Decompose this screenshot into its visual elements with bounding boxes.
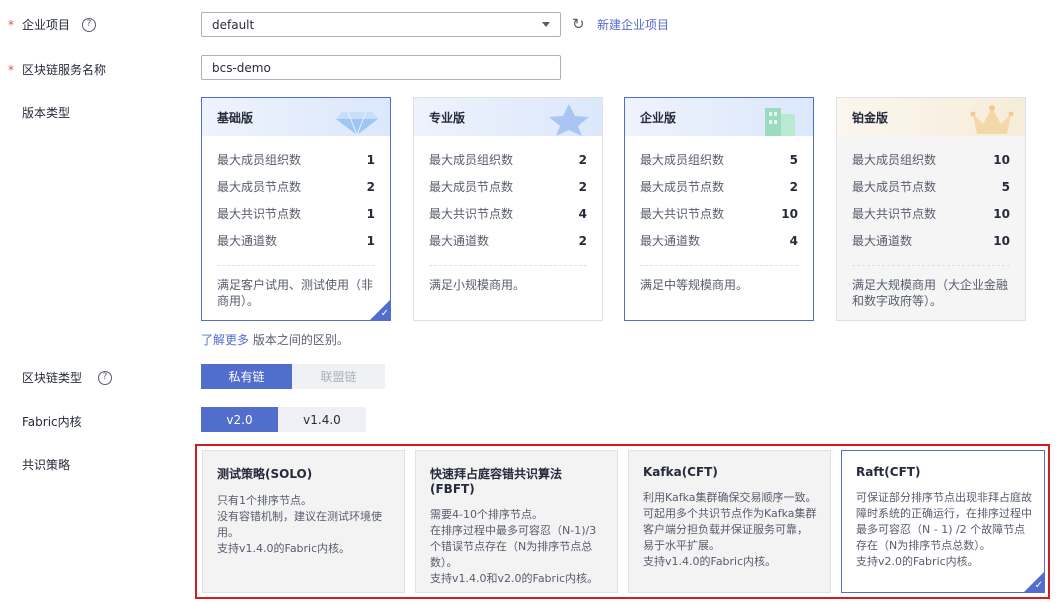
enterprise-project-select[interactable]: default: [201, 12, 561, 37]
edition-card-header: 铂金版: [837, 98, 1025, 136]
stat-row: 最大成员节点数 2: [217, 179, 375, 195]
consensus-title: 快速拜占庭容错共识算法(FBFT): [430, 467, 563, 496]
consensus-title: 测试策略(SOLO): [217, 467, 313, 481]
edition-card-header: 企业版: [625, 98, 813, 136]
stat-row: 最大成员组织数 2: [429, 152, 587, 168]
edition-description: 满足小规模商用。: [429, 278, 526, 292]
edition-name: 专业版: [429, 110, 466, 125]
stat-row: 最大通道数 2: [429, 233, 587, 249]
consensus-option-fbft[interactable]: 快速拜占庭容错共识算法(FBFT) 需要4-10个排序节点。 在排序过程中最多可…: [415, 450, 618, 593]
help-icon[interactable]: ?: [98, 370, 113, 385]
stat-row: 最大成员组织数 10: [852, 152, 1010, 168]
enterprise-project-label-text: 企业项目: [22, 18, 71, 32]
edition-name: 铂金版: [852, 110, 889, 125]
refresh-icon[interactable]: ↻: [572, 14, 585, 34]
star-icon: [549, 104, 589, 136]
service-name-label: * 区块链服务名称: [8, 61, 106, 78]
chevron-down-icon: [542, 22, 550, 27]
consensus-description: 可保证部分排序节点出现非拜占庭故障时系统的正确运行，在排序过程中最多可容忍（N …: [856, 491, 1032, 568]
consensus-option-kafka[interactable]: Kafka(CFT) 利用Kafka集群确保交易顺序一致。 可起用多个共识节点作…: [628, 450, 831, 593]
new-enterprise-project-link[interactable]: 新建企业项目: [597, 16, 669, 33]
service-name-input[interactable]: bcs-demo: [201, 55, 561, 80]
stat-row: 最大共识节点数 1: [217, 206, 375, 222]
chain-type-toggle: 私有链 联盟链: [201, 364, 385, 389]
consensus-title: Kafka(CFT): [643, 465, 718, 479]
edition-name: 基础版: [217, 110, 254, 125]
learn-more-link[interactable]: 了解更多: [201, 333, 249, 347]
enterprise-project-label: * 企业项目 ?: [8, 16, 97, 33]
stat-row: 最大通道数 10: [852, 233, 1010, 249]
fabric-v1-option[interactable]: v1.4.0: [278, 407, 366, 432]
consensus-option-solo[interactable]: 测试策略(SOLO) 只有1个排序节点。 没有容错机制，建议在测试环境使用。 支…: [202, 450, 405, 593]
stat-row: 最大通道数 1: [217, 233, 375, 249]
edition-card-header: 基础版: [202, 98, 390, 136]
stat-row: 最大共识节点数 4: [429, 206, 587, 222]
crown-icon: [970, 105, 1014, 134]
edition-card-enterprise[interactable]: 企业版 最大成员组织数 5 最大成员节点数 2 最大共识节点数 10 最大通道数 4 满…: [624, 97, 814, 321]
service-name-label-text: 区块链服务名称: [22, 63, 107, 77]
edition-name: 企业版: [640, 110, 677, 125]
edition-label-text: 版本类型: [22, 106, 71, 120]
required-mark: *: [8, 17, 14, 32]
edition-card-platinum[interactable]: 铂金版 最大成员组织数 10 最大成员节点数 5 最大共识节点数 10 最大通道数 10…: [836, 97, 1026, 321]
chain-type-label: 区块链类型 ?: [8, 369, 113, 386]
chain-type-label-text: 区块链类型: [22, 371, 83, 385]
fabric-version-toggle: v2.0 v1.4.0: [201, 407, 366, 432]
stat-row: 最大成员节点数 5: [852, 179, 1010, 195]
check-icon: ✓: [1024, 572, 1044, 592]
stat-row: 最大成员节点数 2: [429, 179, 587, 195]
consensus-title: Raft(CFT): [856, 465, 921, 479]
edition-description: 满足大规模商用（大企业金融和数字政府等）。: [852, 278, 1009, 308]
consensus-option-raft[interactable]: Raft(CFT) 可保证部分排序节点出现非拜占庭故障时系统的正确运行，在排序过…: [841, 450, 1045, 593]
stat-row: 最大成员组织数 5: [640, 152, 798, 168]
edition-card-header: 专业版: [414, 98, 602, 136]
diamond-icon: [336, 111, 378, 136]
consensus-label-text: 共识策略: [22, 458, 71, 472]
fabric-label-text: Fabric内核: [22, 415, 82, 429]
help-icon[interactable]: ?: [82, 17, 97, 32]
enterprise-project-value: default: [212, 17, 255, 32]
stat-row: 最大共识节点数 10: [852, 206, 1010, 222]
building-icon: [765, 108, 795, 136]
stat-row: 最大成员节点数 2: [640, 179, 798, 195]
consensus-description: 利用Kafka集群确保交易顺序一致。 可起用多个共识节点作为Kafka集群客户端…: [643, 491, 817, 568]
stat-row: 最大通道数 4: [640, 233, 798, 249]
chain-type-consortium-option[interactable]: 联盟链: [292, 364, 385, 389]
edition-card-basic[interactable]: 基础版 最大成员组织数 1 最大成员节点数 2 最大共识节点数 1 最大通道数 1 满足…: [201, 97, 391, 321]
fabric-label: Fabric内核: [8, 413, 82, 430]
edition-card-professional[interactable]: 专业版 最大成员组织数 2 最大成员节点数 2 最大共识节点数 4 最大通道数 2 满足…: [413, 97, 603, 321]
edition-label: 版本类型: [8, 104, 70, 121]
check-icon: ✓: [370, 300, 390, 320]
stat-row: 最大成员组织数 1: [217, 152, 375, 168]
learn-more-text: 了解更多 版本之间的区别。: [201, 333, 349, 347]
consensus-description: 需要4-10个排序节点。 在排序过程中最多可容忍（N-1)/3 个错误节点存在（…: [430, 508, 599, 585]
edition-description: 满足中等规模商用。: [640, 278, 749, 292]
stat-row: 最大共识节点数 10: [640, 206, 798, 222]
chain-type-private-option[interactable]: 私有链: [201, 364, 292, 389]
consensus-label: 共识策略: [8, 456, 70, 473]
required-mark: *: [8, 62, 14, 77]
fabric-v2-option[interactable]: v2.0: [201, 407, 278, 432]
consensus-description: 只有1个排序节点。 没有容错机制，建议在测试环境使用。 支持v1.4.0的Fab…: [217, 494, 382, 555]
edition-description: 满足客户试用、测试使用（非商用）。: [217, 278, 374, 308]
